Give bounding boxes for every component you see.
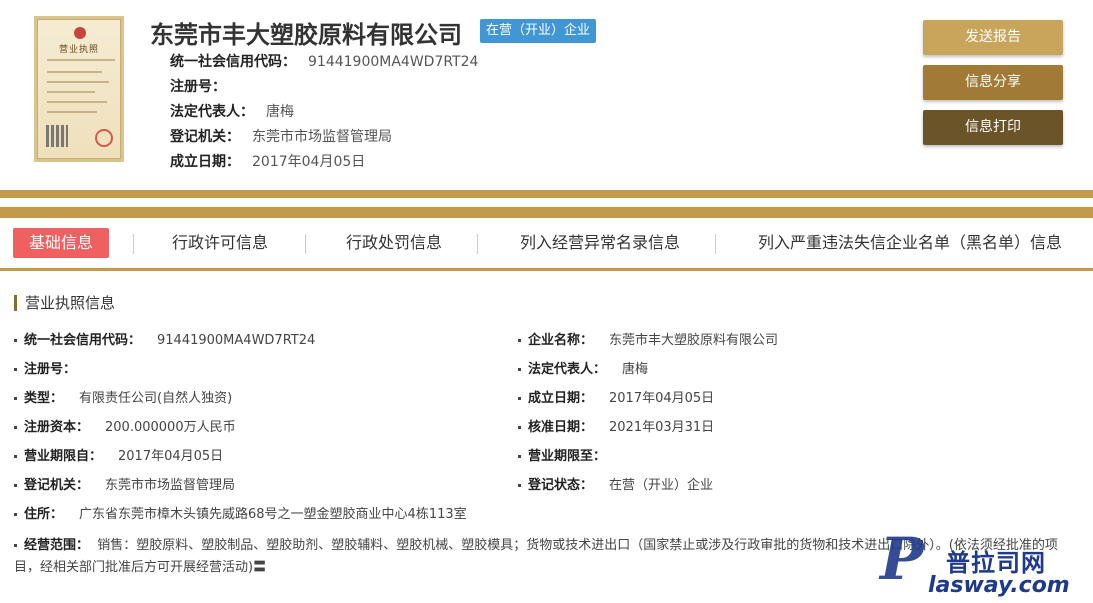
section-title: 营业执照信息: [14, 295, 115, 311]
business-license-thumbnail[interactable]: 营业执照: [34, 16, 124, 162]
header-credit-code-row: 统一社会信用代码： 91441900MA4WD7RT24: [170, 54, 479, 70]
watermark-p-icon: P: [880, 525, 924, 593]
field-legal-rep: 法定代表人： 唐梅: [518, 361, 648, 379]
field-authority: 登记机关： 东莞市市场监督管理局: [14, 477, 235, 495]
license-thumbnail-title: 营业执照: [58, 45, 99, 55]
field-reg-number: 注册号：: [14, 361, 92, 379]
tab-admin-license[interactable]: 行政许可信息: [172, 228, 268, 258]
tab-bar: 基础信息 行政许可信息 行政处罚信息 列入经营异常名录信息 列入严重违法失信企业…: [0, 226, 1093, 266]
tab-basic-info[interactable]: 基础信息: [13, 228, 110, 258]
header-legal-rep-row: 法定代表人： 唐梅: [170, 104, 294, 120]
national-emblem-icon: [74, 27, 86, 39]
header-info: 统一社会信用代码： 91441900MA4WD7RT24 注册号： 法定代表人：唐…: [170, 50, 478, 175]
share-info-button[interactable]: 信息分享: [923, 65, 1063, 100]
print-info-button[interactable]: 信息打印: [923, 110, 1063, 145]
tab-admin-penalty[interactable]: 行政处罚信息: [346, 228, 442, 258]
seal-icon: [95, 129, 113, 147]
field-established: 成立日期： 2017年04月05日: [518, 390, 714, 408]
field-type: 类型： 有限责任公司(自然人独资): [14, 390, 232, 408]
field-registered-capital: 注册资本： 200.000000万人民币: [14, 419, 236, 437]
header-reg-number-row: 注册号：: [170, 79, 226, 95]
qr-code-icon: [46, 125, 68, 147]
field-company-name: 企业名称： 东莞市丰大塑胶原料有限公司: [518, 332, 778, 350]
field-address: 住所： 广东省东莞市樟木头镇先威路68号之一塑金塑胶商业中心4栋113室: [14, 506, 467, 524]
tab-underline: [0, 268, 1093, 271]
header-divider-bottom: [0, 207, 1093, 218]
header-established-row: 成立日期： 2017年04月05日: [170, 154, 366, 170]
send-report-button[interactable]: 发送报告: [923, 20, 1063, 55]
field-reg-status: 登记状态： 在营（开业）企业: [518, 477, 713, 495]
tab-blacklist[interactable]: 列入严重违法失信企业名单（黑名单）信息: [758, 228, 1062, 258]
status-badge: 在营（开业）企业: [480, 19, 597, 43]
header-divider-top: [0, 190, 1093, 198]
header-authority-row: 登记机关： 东莞市市场监督管理局: [170, 129, 392, 145]
field-term-to: 营业期限至：: [518, 448, 622, 466]
field-credit-code: 统一社会信用代码： 91441900MA4WD7RT24: [14, 332, 315, 350]
field-approval-date: 核准日期： 2021年03月31日: [518, 419, 714, 437]
company-name: 东莞市丰大塑胶原料有限公司: [150, 21, 462, 49]
field-term-from: 营业期限自： 2017年04月05日: [14, 448, 223, 466]
tab-abnormal-list[interactable]: 列入经营异常名录信息: [520, 228, 680, 258]
watermark-logo: P 普拉司网 lasway.com: [880, 525, 1070, 598]
